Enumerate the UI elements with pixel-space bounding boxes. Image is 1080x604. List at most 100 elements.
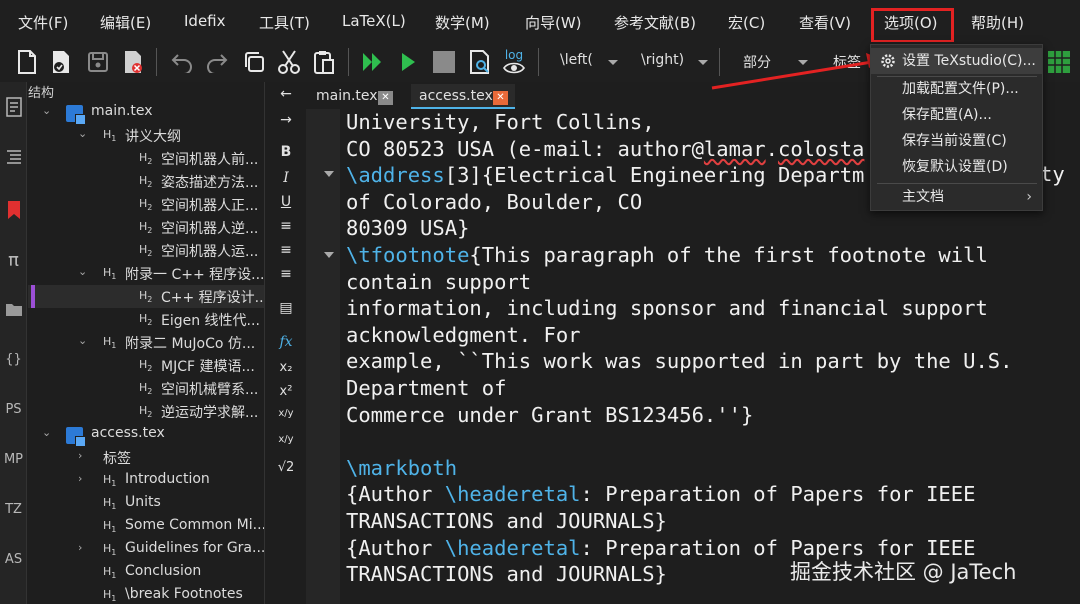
undo-icon[interactable] — [168, 48, 196, 76]
tree-section-item[interactable]: ⌄ H1 附录二 MuJoCo 仿... — [28, 331, 264, 354]
chevron-down-icon[interactable]: ⌄ — [78, 127, 87, 140]
tree-section-item[interactable]: › H1 Introduction — [28, 469, 264, 492]
compile-icon[interactable] — [394, 48, 422, 76]
underline-icon[interactable]: U — [266, 194, 306, 210]
save-icon[interactable] — [84, 48, 112, 76]
tree-section-item[interactable]: ⌄ H1 讲义大纲 — [28, 124, 264, 147]
chevron-down-icon[interactable] — [608, 60, 618, 65]
tab-main-tex[interactable]: main.tex ✕ — [308, 84, 407, 109]
chevron-down-icon[interactable]: ⌄ — [42, 104, 51, 117]
menu-wizards[interactable]: 向导(W) — [517, 12, 590, 33]
menu-item-restore-defaults[interactable]: 恢复默认设置(D) — [871, 154, 1042, 180]
tree-section-item[interactable]: H2 空间机器人前... — [28, 147, 264, 170]
menu-tools[interactable]: 工具(T) — [251, 12, 318, 33]
forward-arrow-icon[interactable]: → — [266, 112, 306, 128]
tree-section-item[interactable]: › H1 Guidelines for Gra... — [28, 538, 264, 561]
menu-latex[interactable]: LaTeX(L) — [334, 12, 414, 30]
label-dropdown[interactable]: 标签 — [833, 52, 861, 72]
redo-icon[interactable] — [203, 48, 231, 76]
tree-section-item[interactable]: ⌄ H1 附录一 C++ 程序设... — [28, 262, 264, 285]
chevron-down-icon[interactable]: ⌄ — [78, 265, 87, 278]
tree-section-item[interactable]: H1 Units — [28, 492, 264, 515]
menu-item-load-profile[interactable]: 加载配置文件(P)... — [871, 76, 1042, 102]
menu-item-save-current-settings[interactable]: 保存当前设置(C) — [871, 128, 1042, 154]
tree-section-item[interactable]: H2 逆运动学求解... — [28, 400, 264, 423]
chevron-right-icon[interactable]: › — [78, 541, 82, 554]
tikz-icon[interactable]: TZ — [0, 502, 27, 517]
back-arrow-icon[interactable]: ← — [266, 86, 306, 102]
tree-section-item[interactable]: H1 \break Footnotes — [28, 584, 264, 604]
close-file-icon[interactable] — [119, 48, 147, 76]
tree-section-item[interactable]: H2 姿态描述方法... — [28, 170, 264, 193]
tree-section-item[interactable]: H1 Conclusion — [28, 561, 264, 584]
tree-section-item[interactable]: H2 空间机器人逆... — [28, 216, 264, 239]
tree-section-item[interactable]: H2 Eigen 线性代... — [28, 308, 264, 331]
table-icon[interactable] — [1045, 48, 1073, 76]
chevron-down-icon[interactable]: ⌄ — [42, 426, 51, 439]
paste-icon[interactable] — [310, 48, 338, 76]
new-from-template-icon[interactable] — [47, 48, 75, 76]
fold-toggle-icon[interactable] — [324, 171, 334, 177]
copy-icon[interactable] — [240, 48, 268, 76]
stop-compile-icon[interactable] — [430, 48, 458, 76]
section-dropdown[interactable]: 部分 — [743, 52, 771, 72]
align-center-icon[interactable]: ≡ — [266, 242, 306, 258]
menu-macros[interactable]: 宏(C) — [720, 12, 773, 33]
menu-view[interactable]: 查看(V) — [791, 12, 859, 33]
menu-bibliography[interactable]: 参考文献(B) — [606, 12, 704, 33]
chevron-down-icon[interactable]: ⌄ — [78, 334, 87, 347]
menu-item-configure-texstudio[interactable]: 设置 TeXstudio(C)... — [871, 48, 1042, 74]
tree-section-item[interactable]: H1 Some Common Mi... — [28, 515, 264, 538]
bold-icon[interactable]: B — [266, 144, 306, 160]
sqrt-icon[interactable]: √2 — [266, 460, 306, 475]
new-line-icon[interactable]: ▤ — [266, 300, 306, 316]
tree-section-item[interactable]: H2 C++ 程序设计... — [28, 285, 264, 308]
menu-file[interactable]: 文件(F) — [10, 12, 76, 33]
fraction-icon[interactable]: x/y — [266, 408, 306, 419]
tree-file-item[interactable]: ⌄ main.tex — [28, 101, 264, 125]
tab-access-tex[interactable]: access.tex ✕ — [411, 84, 515, 109]
fold-toggle-icon[interactable] — [324, 252, 334, 258]
asymptote-icon[interactable]: AS — [0, 552, 27, 567]
menu-item-master-document[interactable]: 主文档 › — [871, 184, 1042, 210]
folder-icon[interactable] — [0, 302, 27, 322]
toc-view-icon[interactable] — [0, 148, 27, 170]
view-log-icon[interactable]: log — [500, 48, 528, 76]
chevron-right-icon[interactable]: › — [78, 449, 82, 462]
close-icon[interactable]: ✕ — [493, 91, 508, 105]
left-delimiter-dropdown[interactable]: \left( — [560, 52, 593, 68]
close-icon[interactable]: ✕ — [378, 91, 393, 105]
right-delimiter-dropdown[interactable]: \right) — [641, 52, 684, 68]
menu-edit[interactable]: 编辑(E) — [92, 12, 159, 33]
build-and-view-icon[interactable] — [358, 48, 386, 76]
bookmark-icon[interactable] — [0, 200, 27, 224]
align-left-icon[interactable]: ≡ — [266, 218, 306, 234]
structure-view-icon[interactable] — [0, 96, 27, 122]
tree-section-item[interactable]: H2 空间机器人运... — [28, 239, 264, 262]
subscript-icon[interactable]: x₂ — [266, 360, 306, 375]
pstricks-icon[interactable]: PS — [0, 402, 27, 417]
menu-help[interactable]: 帮助(H) — [963, 12, 1032, 33]
superscript-icon[interactable]: x² — [266, 384, 306, 399]
italic-icon[interactable]: I — [266, 170, 306, 186]
metapost-icon[interactable]: MP — [0, 452, 27, 467]
inline-math-icon[interactable]: fx — [266, 334, 306, 350]
new-file-icon[interactable] — [13, 48, 41, 76]
tree-section-item[interactable]: H2 空间机器人正... — [28, 193, 264, 216]
tree-section-item[interactable]: H2 MJCF 建模语... — [28, 354, 264, 377]
tree-section-item[interactable]: H2 空间机械臂系... — [28, 377, 264, 400]
tree-section-item[interactable]: › 标签 — [28, 446, 264, 469]
brackets-icon[interactable]: {} — [0, 352, 27, 367]
align-right-icon[interactable]: ≡ — [266, 266, 306, 282]
menu-item-save-profile[interactable]: 保存配置(A)... — [871, 102, 1042, 128]
menu-math[interactable]: 数学(M) — [427, 12, 498, 33]
chevron-down-icon[interactable] — [798, 60, 808, 65]
view-pdf-icon[interactable] — [466, 48, 494, 76]
cut-icon[interactable] — [275, 48, 303, 76]
math-symbols-icon[interactable]: π — [0, 250, 27, 271]
dfrac-icon[interactable]: x/y — [266, 434, 306, 445]
chevron-down-icon[interactable] — [698, 60, 708, 65]
menu-idefix[interactable]: Idefix — [176, 12, 234, 30]
tree-file-item[interactable]: ⌄ access.tex — [28, 423, 264, 447]
chevron-right-icon[interactable]: › — [78, 472, 82, 485]
